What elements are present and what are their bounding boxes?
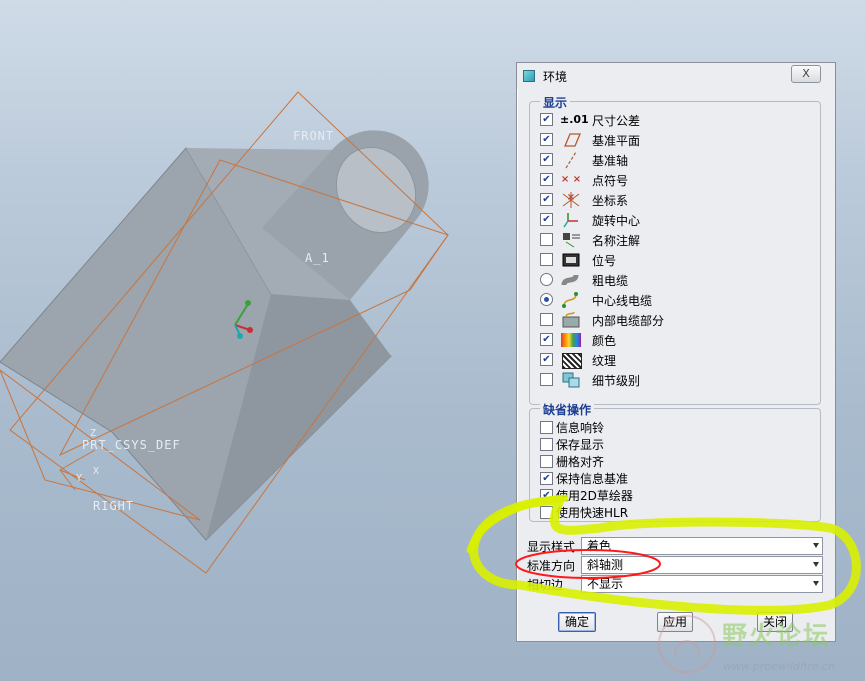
datum-label-front: FRONT	[293, 129, 335, 143]
csys-label: PRT_CSYS_DEF	[82, 438, 181, 452]
grid-snap-label: 栅格对齐	[556, 455, 605, 469]
standard-orientation-label: 标准方向	[527, 559, 576, 573]
use-fast-hlr-checkbox[interactable]	[540, 506, 553, 519]
coordinate-system-label: 坐标系	[592, 194, 629, 208]
level-of-detail-checkbox[interactable]	[540, 373, 553, 386]
tangent-edges-value: 不显示	[587, 577, 624, 591]
level-of-detail-label: 细节级别	[592, 374, 641, 388]
spin-center-icon	[560, 211, 582, 229]
tangent-edges-label: 相切边	[527, 578, 564, 592]
coordinate-system-checkbox[interactable]: ✔	[540, 193, 553, 206]
ref-designator-label: 位号	[592, 254, 617, 268]
save-display-checkbox[interactable]	[540, 438, 553, 451]
internal-cable-icon	[560, 311, 582, 329]
chevron-down-icon	[813, 543, 819, 548]
internal-cable-checkbox[interactable]	[540, 313, 553, 326]
point-symbol-label: 点符号	[592, 174, 629, 188]
use-2d-sketcher-checkbox[interactable]: ✔	[540, 489, 553, 502]
watermark-logo-icon	[658, 615, 716, 673]
spin-center-checkbox[interactable]: ✔	[540, 213, 553, 226]
datum-plane-label: 基准平面	[592, 134, 641, 148]
csys-z-label: Z	[90, 428, 98, 439]
coordinate-system-icon	[560, 191, 582, 209]
datum-plane-icon	[560, 131, 582, 149]
ref-designator-icon	[560, 251, 582, 269]
level-of-detail-icon	[560, 371, 582, 389]
keep-info-datums-label: 保持信息基准	[556, 472, 629, 486]
texture-icon	[562, 353, 582, 369]
watermark-url: www.proewildfire.cn	[723, 660, 835, 673]
dimension-tolerance-icon: ±.01	[560, 113, 589, 126]
name-note-label: 名称注解	[592, 234, 641, 248]
color-checkbox[interactable]: ✔	[540, 333, 553, 346]
dialog-close-button[interactable]: X	[791, 65, 821, 83]
dialog-app-icon	[523, 70, 535, 82]
csys-x-label: X	[93, 466, 101, 477]
point-symbol-checkbox[interactable]: ✔	[540, 173, 553, 186]
point-symbol-icon: × × ×	[560, 174, 582, 203]
chevron-down-icon	[813, 581, 819, 586]
csys-y-label: Y	[76, 473, 84, 484]
dialog-titlebar[interactable]: 环境 X	[517, 63, 835, 89]
use-fast-hlr-label: 使用快速HLR	[556, 506, 629, 520]
ok-button[interactable]: 确定	[558, 612, 596, 632]
thick-cable-radio[interactable]	[540, 273, 553, 286]
keep-info-datums-checkbox[interactable]: ✔	[540, 472, 553, 485]
save-display-label: 保存显示	[556, 438, 605, 452]
forum-watermark: 野火论坛 www.proewildfire.cn	[655, 612, 860, 678]
tangent-edges-select[interactable]: 不显示	[581, 575, 823, 593]
datum-axis-label: 基准轴	[592, 154, 629, 168]
name-note-checkbox[interactable]	[540, 233, 553, 246]
use-2d-sketcher-label: 使用2D草绘器	[556, 489, 633, 503]
texture-checkbox[interactable]: ✔	[540, 353, 553, 366]
thick-cable-icon	[560, 271, 582, 289]
datum-plane-checkbox[interactable]: ✔	[540, 133, 553, 146]
dialog-title: 环境	[543, 70, 568, 84]
datum-axis-checkbox[interactable]: ✔	[540, 153, 553, 166]
environment-dialog: 环境 X 显示 ✔ ±.01 尺寸公差 ✔ 基准平面 ✔ 基准轴 ✔ × × ×…	[516, 62, 836, 642]
centerline-cable-radio[interactable]	[540, 293, 553, 306]
standard-orientation-value: 斜轴测	[587, 558, 624, 572]
centerline-cable-label: 中心线电缆	[592, 294, 653, 308]
color-icon	[561, 333, 581, 347]
name-note-icon	[560, 231, 582, 249]
watermark-text: 野火论坛	[722, 621, 831, 650]
ref-designator-checkbox[interactable]	[540, 253, 553, 266]
dimension-tolerance-checkbox[interactable]: ✔	[540, 113, 553, 126]
dimension-tolerance-label: 尺寸公差	[592, 114, 641, 128]
display-style-select[interactable]: 着色	[581, 537, 823, 555]
display-group: 显示 ✔ ±.01 尺寸公差 ✔ 基准平面 ✔ 基准轴 ✔ × × × 点符号 …	[529, 94, 821, 405]
default-actions-group: 缺省操作 信息响铃 保存显示 栅格对齐 ✔ 保持信息基准 ✔ 使用2D草绘器 使…	[529, 401, 821, 522]
spin-center-label: 旋转中心	[592, 214, 641, 228]
texture-label: 纹理	[592, 354, 617, 368]
grid-snap-checkbox[interactable]	[540, 455, 553, 468]
default-actions-group-title: 缺省操作	[540, 401, 595, 418]
display-group-title: 显示	[540, 94, 571, 111]
datum-label-right: RIGHT	[93, 499, 135, 513]
datum-label-axis: A_1	[305, 251, 330, 265]
thick-cable-label: 粗电缆	[592, 274, 629, 288]
message-bell-label: 信息响铃	[556, 421, 605, 435]
standard-orientation-select[interactable]: 斜轴测	[581, 556, 823, 574]
datum-axis-icon	[560, 151, 582, 169]
display-style-value: 着色	[587, 539, 612, 553]
display-style-label: 显示样式	[527, 540, 576, 554]
internal-cable-label: 内部电缆部分	[592, 314, 665, 328]
color-label: 颜色	[592, 334, 617, 348]
chevron-down-icon	[813, 562, 819, 567]
centerline-cable-icon	[560, 291, 582, 309]
message-bell-checkbox[interactable]	[540, 421, 553, 434]
